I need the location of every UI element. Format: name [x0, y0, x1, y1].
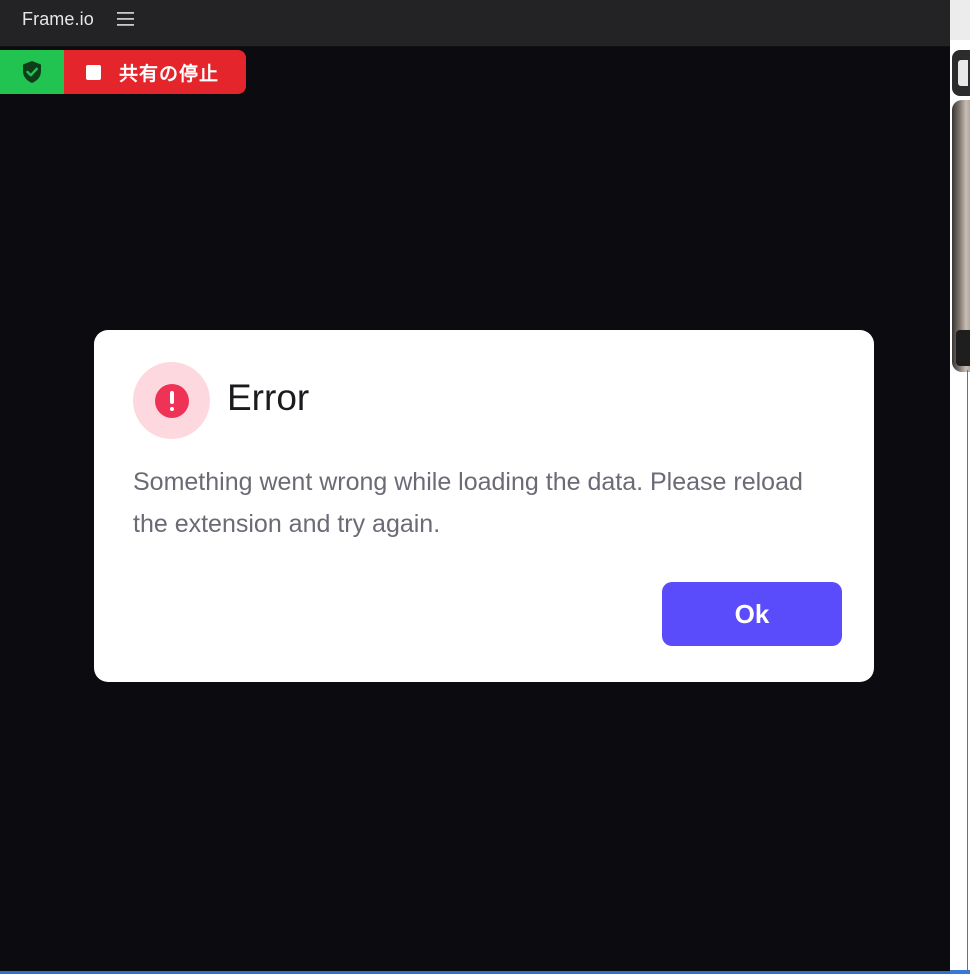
- adjacent-window-top: [950, 0, 970, 40]
- adjacent-thumbnail-badge: [956, 330, 970, 366]
- ok-button[interactable]: Ok: [662, 582, 842, 646]
- dialog-title: Error: [227, 377, 310, 418]
- app-header: Frame.io: [0, 0, 950, 47]
- adjacent-bottom-line: [950, 970, 970, 974]
- adjacent-panel: [952, 50, 970, 96]
- hamburger-menu-icon[interactable]: [117, 11, 135, 27]
- adjacent-panel-notch: [958, 60, 968, 86]
- stop-sharing-label: 共有の停止: [119, 63, 220, 85]
- app-title: Frame.io: [22, 9, 94, 29]
- screen-share-bar: 共有の停止: [0, 50, 246, 94]
- adjacent-window-edge: [950, 0, 970, 974]
- error-exclamation-icon: [154, 383, 189, 418]
- error-badge: [133, 362, 210, 439]
- adjacent-thumbnail: [952, 100, 970, 372]
- shield-check-icon: [23, 61, 41, 83]
- share-security-indicator[interactable]: [0, 50, 64, 94]
- exclamation-dot: [169, 406, 174, 411]
- dialog-message: Something went wrong while loading the d…: [133, 468, 803, 538]
- adjacent-guide-line: [967, 370, 968, 974]
- error-dialog: Error Something went wrong while loading…: [94, 330, 874, 682]
- stop-square-icon: [86, 64, 101, 80]
- exclamation-bar: [169, 390, 174, 404]
- stop-sharing-button[interactable]: 共有の停止: [64, 50, 246, 94]
